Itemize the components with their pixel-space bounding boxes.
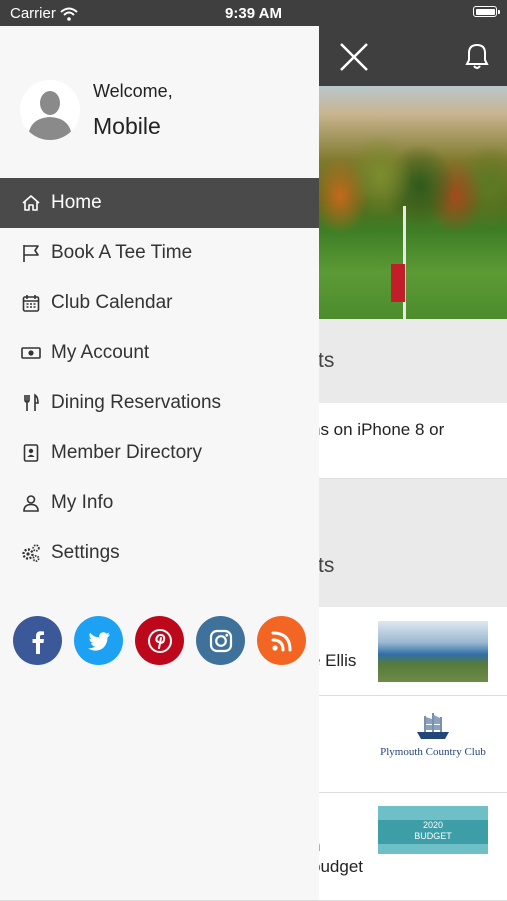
budget-year: 2020 xyxy=(422,820,444,830)
nav-menu: Home Book A Tee Time Club Calendar My Ac… xyxy=(0,178,319,578)
budget-thumbnail: 2020 BUDGET xyxy=(378,806,488,854)
clock: 9:39 AM xyxy=(225,5,282,22)
welcome-text: Welcome, xyxy=(93,81,173,101)
notifications-button[interactable] xyxy=(459,38,495,74)
menu-item-book-tee-time[interactable]: Book A Tee Time xyxy=(0,228,319,278)
golf-flagpole xyxy=(403,206,406,319)
pinterest-button[interactable] xyxy=(135,616,184,665)
section-header-label: ts xyxy=(318,554,335,577)
menu-item-label: Club Calendar xyxy=(51,292,173,313)
instagram-icon xyxy=(209,629,232,652)
menu-item-my-info[interactable]: My Info xyxy=(0,478,319,528)
twitter-button[interactable] xyxy=(74,616,123,665)
menu-item-label: Settings xyxy=(51,542,120,563)
list-item-text: ns on iPhone 8 or xyxy=(311,420,445,439)
menu-item-settings[interactable]: Settings xyxy=(0,528,319,578)
twitter-icon xyxy=(87,631,110,651)
menu-item-label: Book A Tee Time xyxy=(51,242,193,263)
menu-item-label: Member Directory xyxy=(51,442,202,463)
section-header-label: ts xyxy=(318,349,335,372)
calendar-icon xyxy=(20,292,42,314)
club-logo-text: Plymouth Country Club xyxy=(380,746,486,758)
menu-item-home[interactable]: Home xyxy=(0,178,319,228)
avatar[interactable] xyxy=(20,80,80,140)
side-drawer: Welcome, Mobile Home Book A Tee Time Clu… xyxy=(0,26,319,900)
rss-button[interactable] xyxy=(257,616,306,665)
cash-icon xyxy=(20,342,42,364)
pinterest-icon xyxy=(147,628,172,653)
contact-book-icon xyxy=(20,442,42,464)
home-icon xyxy=(20,192,42,214)
social-links xyxy=(13,616,306,665)
close-menu-button[interactable] xyxy=(335,38,373,76)
menu-item-label: My Account xyxy=(51,342,150,363)
menu-item-my-account[interactable]: My Account xyxy=(0,328,319,378)
rss-icon xyxy=(271,631,291,651)
menu-item-dining-reservations[interactable]: Dining Reservations xyxy=(0,378,319,428)
menu-item-member-directory[interactable]: Member Directory xyxy=(0,428,319,478)
budget-label: BUDGET xyxy=(414,831,452,841)
facebook-button[interactable] xyxy=(13,616,62,665)
utensils-icon xyxy=(20,392,42,414)
status-bar: Carrier 9:39 AM xyxy=(0,0,507,26)
battery-icon xyxy=(473,6,500,17)
menu-item-club-calendar[interactable]: Club Calendar xyxy=(0,278,319,328)
user-icon xyxy=(20,492,42,514)
menu-item-label: My Info xyxy=(51,492,114,513)
instagram-button[interactable] xyxy=(196,616,245,665)
user-avatar-icon xyxy=(20,80,80,140)
bell-icon xyxy=(465,43,489,69)
gears-icon xyxy=(20,542,42,564)
lake-thumbnail xyxy=(378,621,488,682)
close-icon xyxy=(340,43,368,71)
menu-item-label: Dining Reservations xyxy=(51,392,222,413)
ship-logo-icon xyxy=(417,713,449,739)
menu-item-label: Home xyxy=(51,192,102,213)
user-name: Mobile xyxy=(93,113,161,139)
flag-icon xyxy=(20,242,42,264)
facebook-icon xyxy=(32,630,44,654)
budget-thumbnail-band: 2020 BUDGET xyxy=(378,820,488,844)
club-logo-thumbnail: Plymouth Country Club xyxy=(378,706,488,772)
golf-flag xyxy=(391,264,405,302)
